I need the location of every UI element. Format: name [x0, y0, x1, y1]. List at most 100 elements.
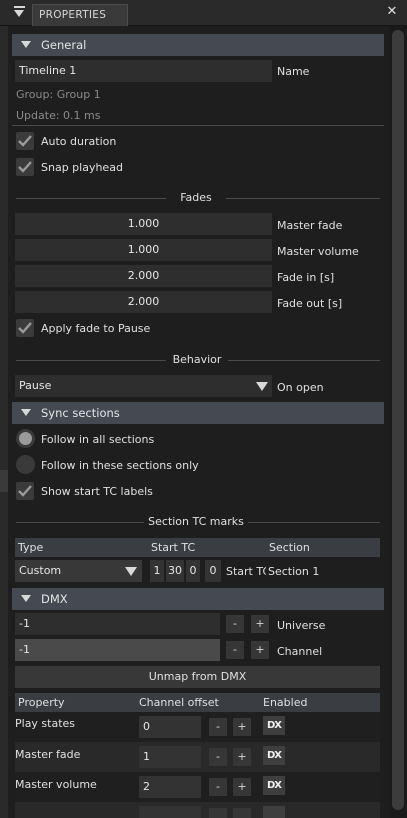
- section-header-dmx[interactable]: DMX: [12, 588, 384, 610]
- dmx-enabled-icon[interactable]: DX: [263, 746, 285, 765]
- fade-in-input[interactable]: 2.000: [15, 265, 272, 287]
- apply-fade-to-pause-label: Apply fade to Pause: [41, 322, 151, 335]
- dmx-enabled-icon[interactable]: DX: [263, 776, 285, 795]
- left-edge-marker: [0, 470, 8, 492]
- column-header-channel-offset: Channel offset: [139, 696, 219, 709]
- collapse-icon: [21, 595, 31, 602]
- tc-marks-table-header: Type Start TC Section: [15, 538, 380, 557]
- unmap-from-dmx-button[interactable]: Unmap from DMX: [15, 666, 380, 688]
- dmx-property-label: Master fade: [15, 748, 81, 761]
- behavior-divider-left: [16, 360, 166, 361]
- channel-input[interactable]: -1: [15, 639, 220, 661]
- tab-properties[interactable]: PROPERTIES: [32, 4, 128, 26]
- universe-input[interactable]: -1: [15, 613, 220, 635]
- channel-offset-input-partial[interactable]: [139, 806, 201, 818]
- left-edge: [0, 26, 8, 818]
- chevron-down-icon: [256, 382, 268, 391]
- channel-increment-button[interactable]: +: [251, 641, 269, 659]
- fades-title: Fades: [180, 191, 212, 204]
- tc-marks-divider-left: [16, 522, 144, 523]
- tc-minutes-input[interactable]: 30: [166, 560, 184, 582]
- offset-decrement-button[interactable]: -: [209, 778, 227, 796]
- master-volume-label: Master volume: [277, 245, 359, 258]
- tc-hours-input[interactable]: 1: [150, 560, 164, 582]
- universe-label: Universe: [277, 619, 326, 632]
- channel-offset-input[interactable]: 2: [139, 776, 201, 798]
- universe-increment-button[interactable]: +: [251, 615, 269, 633]
- section-title: Sync sections: [41, 406, 120, 420]
- check-icon: [18, 322, 32, 334]
- offset-increment-button[interactable]: +: [233, 748, 251, 766]
- auto-duration-checkbox[interactable]: [16, 132, 34, 150]
- on-open-value: Pause: [19, 379, 52, 392]
- behavior-title: Behavior: [172, 353, 222, 366]
- column-header-section: Section: [269, 541, 310, 554]
- dmx-property-label: Play states: [15, 717, 76, 730]
- master-fade-input[interactable]: 1.000: [15, 213, 272, 235]
- scrollbar-thumb[interactable]: [392, 30, 404, 810]
- tc-marks-title: Section TC marks: [148, 515, 244, 528]
- column-header-enabled: Enabled: [263, 696, 308, 709]
- show-start-tc-label: Show start TC labels: [41, 485, 153, 498]
- fades-divider-left: [16, 198, 166, 199]
- tc-section-value: Section 1: [268, 565, 320, 578]
- offset-decrement-button[interactable]: -: [209, 718, 227, 736]
- name-input[interactable]: Timeline 1: [15, 60, 272, 82]
- follow-these-label: Follow in these sections only: [41, 459, 199, 472]
- offset-decrement-button-partial[interactable]: [209, 808, 227, 818]
- section-title: General: [41, 38, 87, 52]
- channel-label: Channel: [277, 645, 323, 658]
- show-start-tc-checkbox[interactable]: [16, 482, 34, 500]
- dmx-enabled-icon-partial[interactable]: [263, 806, 285, 818]
- update-text: Update: 0.1 ms: [16, 109, 101, 122]
- follow-these-radio[interactable]: [16, 455, 35, 474]
- tc-type-select[interactable]: Custom: [15, 560, 142, 582]
- section-header-sync-sections[interactable]: Sync sections: [12, 402, 384, 424]
- channel-decrement-button[interactable]: -: [226, 641, 244, 659]
- auto-duration-label: Auto duration: [41, 135, 117, 148]
- column-header-property: Property: [18, 696, 65, 709]
- column-header-type: Type: [18, 541, 44, 554]
- follow-all-label: Follow in all sections: [41, 433, 155, 446]
- panel-menu-icon[interactable]: [13, 6, 27, 20]
- tc-marks-divider-right: [248, 522, 380, 523]
- dmx-enabled-icon[interactable]: DX: [263, 716, 285, 735]
- tc-frames-input[interactable]: 0: [205, 560, 221, 582]
- fade-out-input[interactable]: 2.000: [15, 291, 272, 313]
- behavior-divider-right: [228, 360, 380, 361]
- channel-offset-input[interactable]: 0: [139, 716, 201, 738]
- tc-type-value: Custom: [19, 564, 62, 577]
- fade-out-label: Fade out [s]: [277, 297, 343, 310]
- collapse-icon: [21, 41, 31, 48]
- on-open-select[interactable]: Pause: [15, 375, 272, 397]
- fade-in-label: Fade in [s]: [277, 271, 335, 284]
- follow-all-radio[interactable]: [16, 429, 35, 448]
- dmx-table-header: Property Channel offset Enabled: [15, 693, 380, 712]
- group-text: Group: Group 1: [16, 88, 101, 101]
- offset-increment-button-partial[interactable]: [233, 808, 251, 818]
- dmx-property-label: Master volume: [15, 778, 97, 791]
- apply-fade-to-pause-checkbox[interactable]: [16, 319, 34, 337]
- fades-divider-right: [226, 198, 380, 199]
- snap-playhead-label: Snap playhead: [41, 161, 123, 174]
- on-open-label: On open: [277, 381, 324, 394]
- divider: [12, 125, 384, 126]
- check-icon: [18, 485, 32, 497]
- collapse-icon: [21, 409, 31, 416]
- offset-increment-button[interactable]: +: [233, 778, 251, 796]
- tc-seconds-input[interactable]: 0: [186, 560, 200, 582]
- master-fade-label: Master fade: [277, 219, 343, 232]
- section-header-general[interactable]: General: [12, 34, 384, 56]
- offset-decrement-button[interactable]: -: [209, 748, 227, 766]
- channel-offset-input[interactable]: 1: [139, 746, 201, 768]
- tc-start-label: Start TC: [226, 565, 266, 578]
- snap-playhead-checkbox[interactable]: [16, 158, 34, 176]
- offset-increment-button[interactable]: +: [233, 718, 251, 736]
- universe-decrement-button[interactable]: -: [226, 615, 244, 633]
- chevron-down-icon: [125, 567, 137, 576]
- master-volume-input[interactable]: 1.000: [15, 239, 272, 261]
- section-title: DMX: [41, 592, 68, 606]
- check-icon: [18, 135, 32, 147]
- name-label: Name: [277, 65, 310, 78]
- close-icon[interactable]: ✕: [384, 4, 400, 20]
